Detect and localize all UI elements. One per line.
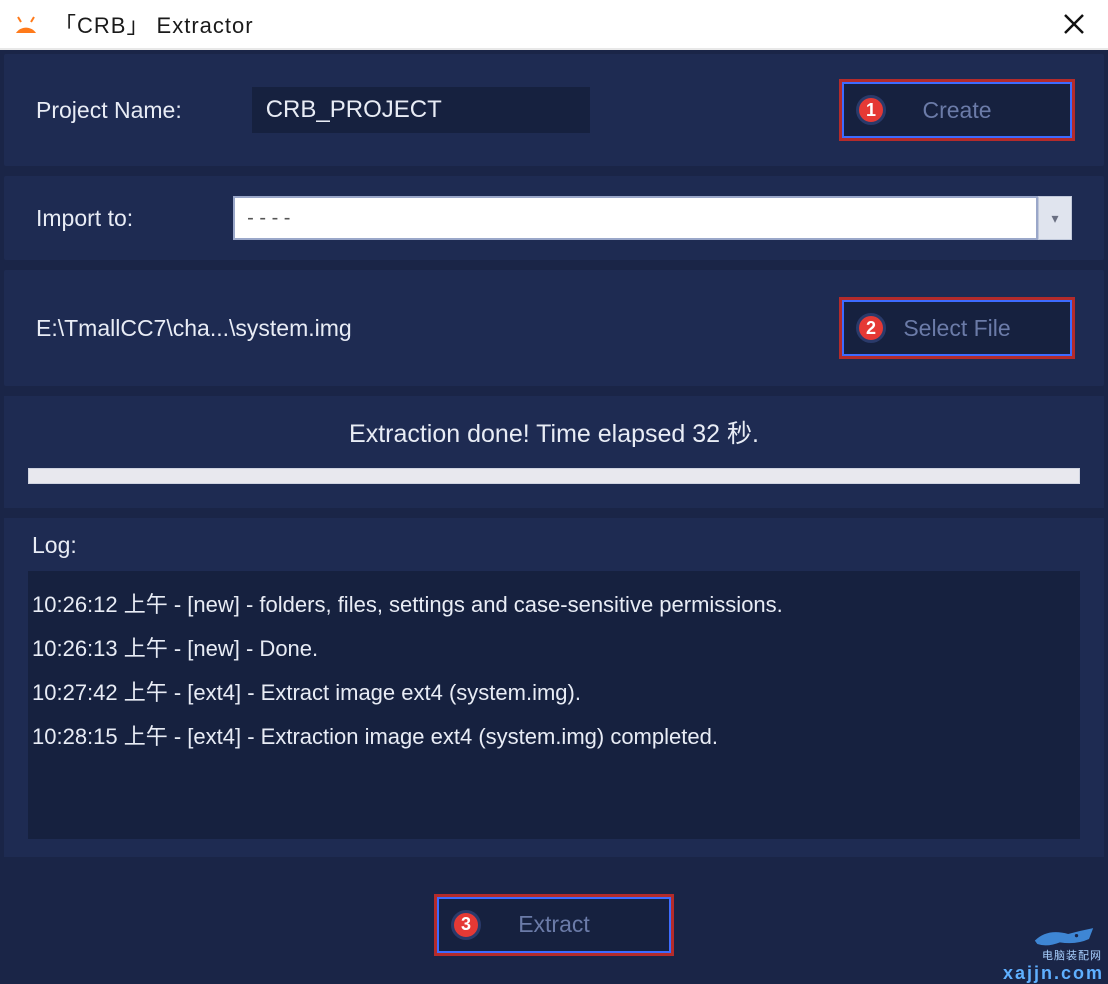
log-line: 10:26:12 上午 - [new] - folders, files, se… [28, 581, 1080, 625]
import-select-value: - - - - [233, 196, 1038, 240]
app-window: 「CRB」 Extractor Project Name: 1 Create [0, 0, 1108, 984]
watermark: 电脑装配网 xajjn.com [964, 924, 1104, 984]
close-button[interactable] [1052, 2, 1096, 46]
window-title: 「CRB」 Extractor [54, 8, 254, 40]
project-panel: Project Name: 1 Create [4, 54, 1104, 166]
log-line: 10:28:15 上午 - [ext4] - Extraction image … [28, 713, 1080, 757]
extract-button-label: Extract [518, 911, 590, 938]
android-icon [12, 10, 40, 38]
progress-bar [28, 468, 1080, 484]
footer: 3 Extract 电脑装配网 xajjn.com [4, 867, 1104, 984]
log-panel: Log: 10:26:12 上午 - [new] - folders, file… [4, 518, 1104, 857]
badge-1: 1 [856, 95, 886, 125]
status-text: Extraction done! Time elapsed 32 秒. [349, 414, 759, 450]
create-button[interactable]: 1 Create [842, 82, 1072, 138]
project-name-input[interactable] [252, 87, 590, 133]
titlebar: 「CRB」 Extractor [0, 0, 1108, 50]
import-select[interactable]: - - - - ▾ [233, 196, 1072, 240]
select-file-button-label: Select File [903, 315, 1010, 342]
log-label: Log: [28, 532, 1080, 559]
shark-icon [1024, 924, 1104, 949]
select-file-button[interactable]: 2 Select File [842, 300, 1072, 356]
create-button-label: Create [922, 97, 991, 124]
chevron-down-icon: ▾ [1051, 210, 1058, 227]
file-panel: E:\TmallCC7\cha...\system.img 2 Select F… [4, 270, 1104, 386]
import-panel: Import to: - - - - ▾ [4, 176, 1104, 260]
badge-2: 2 [856, 313, 886, 343]
badge-3: 3 [451, 910, 481, 940]
close-icon [1063, 13, 1085, 35]
log-box[interactable]: 10:26:12 上午 - [new] - folders, files, se… [28, 571, 1080, 839]
log-line: 10:26:13 上午 - [new] - Done. [28, 625, 1080, 669]
extract-button[interactable]: 3 Extract [437, 897, 671, 953]
import-select-dropdown[interactable]: ▾ [1038, 196, 1072, 240]
log-line: 10:27:42 上午 - [ext4] - Extract image ext… [28, 669, 1080, 713]
watermark-text-1: 电脑装配网 [1042, 947, 1102, 963]
status-panel: Extraction done! Time elapsed 32 秒. [4, 396, 1104, 508]
watermark-text-2: xajjn.com [1003, 963, 1104, 984]
file-path: E:\TmallCC7\cha...\system.img [36, 315, 822, 342]
import-label: Import to: [36, 205, 133, 232]
project-name-label: Project Name: [36, 97, 182, 124]
client-area: Project Name: 1 Create Import to: - - - … [0, 50, 1108, 984]
